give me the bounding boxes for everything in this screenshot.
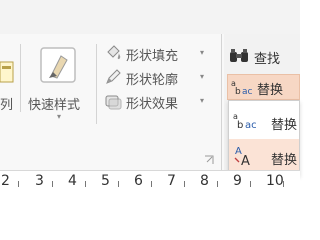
svg-text:A: A xyxy=(241,154,250,168)
replace-icon: a b ac xyxy=(233,112,257,131)
shape-effects-button[interactable]: 形状效果 ▾ xyxy=(102,90,214,112)
svg-text:ac: ac xyxy=(245,120,257,131)
chevron-down-icon: ▾ xyxy=(200,48,205,57)
menu-item-replace[interactable]: a b ac 替换 xyxy=(229,105,299,135)
layout-icon xyxy=(0,61,14,83)
top-strip xyxy=(0,0,300,34)
document-area xyxy=(0,190,300,220)
ruler-tick xyxy=(184,181,185,187)
replace-button[interactable]: a b ac 替换 xyxy=(227,74,300,100)
replace-icon: a b ac xyxy=(231,79,253,96)
ruler-number: 3 xyxy=(35,173,44,189)
ruler-number: 2 xyxy=(1,173,10,189)
layout-button[interactable]: 列 xyxy=(0,48,16,114)
paint-bucket-icon xyxy=(107,45,121,60)
shape-effects-label: 形状效果 xyxy=(126,97,179,112)
chevron-down-icon: ▾ xyxy=(200,96,205,105)
ruler-tick xyxy=(85,181,86,187)
quick-styles-icon xyxy=(40,47,76,83)
quick-styles-label: 快速样式 xyxy=(28,98,81,113)
shape-fill-button[interactable]: 形状填充 ▾ xyxy=(102,42,214,64)
ruler-number: 8 xyxy=(200,173,209,189)
svg-text:ac: ac xyxy=(242,87,253,96)
quick-styles-button[interactable]: 快速样式 ▾ xyxy=(24,44,94,124)
ruler-number: 9 xyxy=(233,173,242,189)
pencil-icon xyxy=(106,69,121,84)
ruler-number: 6 xyxy=(134,173,143,189)
shape-fill-label: 形状填充 xyxy=(126,49,179,64)
menu-item-label: 替换 xyxy=(271,118,298,133)
separator xyxy=(221,34,222,170)
horizontal-ruler: 2 3 4 5 6 7 8 9 10 xyxy=(0,170,300,191)
find-label: 查找 xyxy=(254,52,281,67)
ruler-tick xyxy=(250,181,251,187)
ruler-tick xyxy=(52,181,53,187)
ruler-tick xyxy=(283,181,284,187)
ruler-tick xyxy=(217,181,218,187)
replace-dropdown-menu: a b ac 替换 A A 替换 xyxy=(228,100,300,176)
ruler-number: 4 xyxy=(68,173,77,189)
ruler-number: 7 xyxy=(167,173,176,189)
ruler-number: 5 xyxy=(101,173,110,189)
shape-effects-icon xyxy=(105,95,122,110)
shape-outline-label: 形状轮廓 xyxy=(126,73,179,88)
ruler-tick xyxy=(118,181,119,187)
dialog-launcher-icon[interactable] xyxy=(204,150,214,164)
svg-text:b: b xyxy=(235,87,241,96)
find-button[interactable]: 查找 xyxy=(226,44,300,68)
ruler-tick xyxy=(151,181,152,187)
binoculars-icon xyxy=(230,49,248,62)
ruler-tick xyxy=(18,181,19,187)
layout-button-label: 列 xyxy=(0,98,14,113)
shape-outline-button[interactable]: 形状轮廓 ▾ xyxy=(102,66,214,88)
menu-item-label: 替换 xyxy=(271,153,298,168)
ruler-number: 10 xyxy=(266,173,284,189)
separator xyxy=(20,44,21,112)
svg-text:b: b xyxy=(237,120,243,131)
chevron-down-icon: ▾ xyxy=(57,112,62,121)
menu-item-replace-fonts[interactable]: A A 替换 xyxy=(229,139,299,173)
chevron-down-icon: ▾ xyxy=(200,72,205,81)
replace-fonts-icon: A A xyxy=(234,146,250,168)
separator xyxy=(96,44,97,124)
replace-label: 替换 xyxy=(257,83,284,98)
